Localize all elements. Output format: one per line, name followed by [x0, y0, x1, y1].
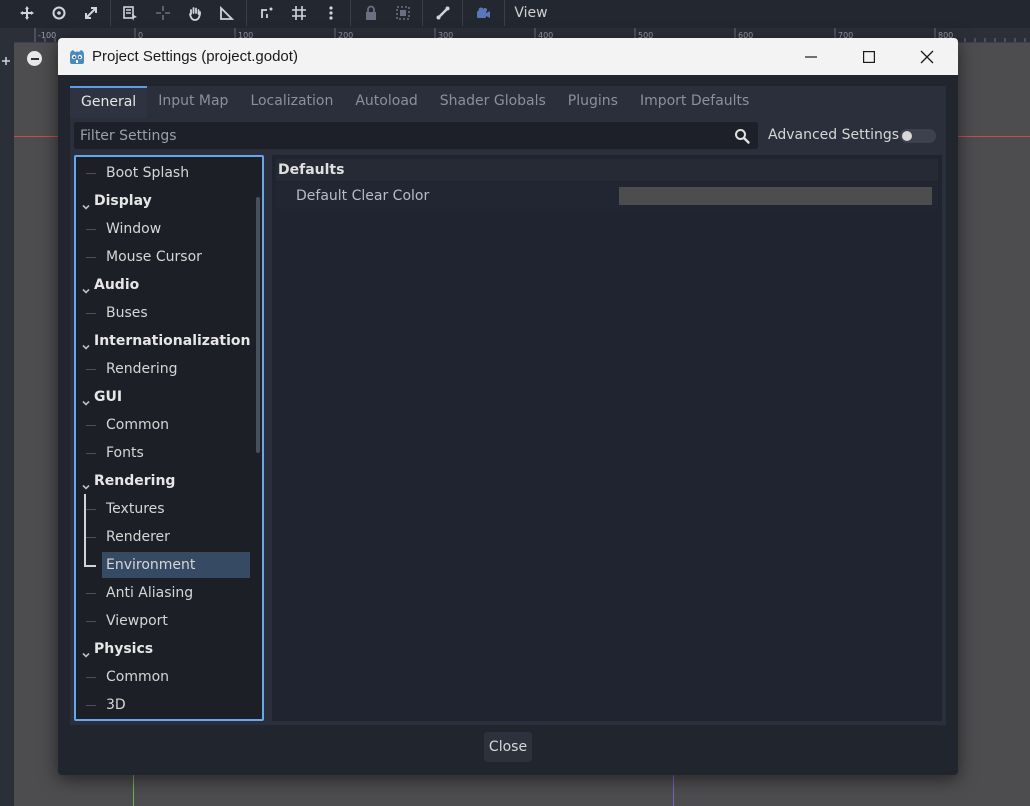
toggle-knob — [902, 131, 912, 141]
chevron-down-icon[interactable] — [81, 337, 91, 350]
tree-guide-line — [86, 369, 96, 370]
tree-item[interactable]: Common — [106, 412, 169, 438]
camera-icon[interactable] — [472, 2, 494, 24]
close-button[interactable]: Close — [484, 732, 532, 762]
close-icon — [920, 50, 934, 63]
tree-guide-line — [84, 494, 86, 567]
viewport-boundary-line — [673, 775, 674, 806]
tree-guide-line — [86, 173, 96, 174]
tab-localization[interactable]: Localization — [239, 86, 344, 116]
tree-item[interactable]: Window — [106, 216, 161, 242]
tree-scrollbar[interactable] — [256, 197, 260, 453]
tree-item[interactable]: 3D — [106, 692, 126, 718]
property-label: Default Clear Color — [296, 188, 430, 204]
settings-inspector: Defaults Default Clear Color — [272, 155, 942, 721]
x-axis-line — [958, 136, 1030, 137]
advanced-settings-toggle[interactable] — [900, 129, 936, 143]
tree-guide-line — [86, 229, 96, 230]
bone-icon[interactable] — [432, 2, 454, 24]
minimize-button[interactable] — [782, 38, 840, 75]
default-clear-color-picker[interactable] — [619, 187, 932, 205]
tree-guide-line — [86, 565, 96, 567]
ruler-icon[interactable] — [216, 2, 238, 24]
y-axis-line — [133, 775, 134, 806]
editor-toolbar: View — [0, 0, 1030, 29]
tree-item[interactable]: Common — [106, 664, 169, 690]
tab-plugins[interactable]: Plugins — [557, 86, 629, 116]
tree-guide-line — [86, 537, 96, 538]
tab-input-map[interactable]: Input Map — [147, 86, 239, 116]
grid-snap-icon[interactable] — [288, 2, 310, 24]
tree-item[interactable]: Rendering — [106, 356, 178, 382]
tree-section[interactable]: Internationalization — [94, 328, 250, 354]
tree-item[interactable]: Viewport — [106, 608, 168, 634]
tree-item[interactable]: Buses — [106, 300, 148, 326]
ruler-corner-icon — [0, 52, 12, 65]
search-icon — [734, 128, 750, 144]
tree-section[interactable]: Audio — [94, 272, 139, 298]
view-menu[interactable]: View — [504, 0, 557, 26]
tab-general[interactable]: General — [70, 86, 148, 118]
tree-guide-line — [86, 621, 96, 622]
tree-guide-line — [86, 453, 96, 454]
tree-guide-line — [86, 677, 96, 678]
x-axis-line — [14, 136, 58, 137]
chevron-down-icon[interactable] — [81, 393, 91, 406]
settings-category-tree[interactable]: Boot Splash Display Window Mouse Cursor Audi… — [74, 155, 264, 721]
tree-item[interactable]: Textures — [106, 496, 165, 522]
tab-autoload[interactable]: Autoload — [344, 86, 428, 116]
scale-icon[interactable] — [80, 2, 102, 24]
pivot-icon[interactable] — [152, 2, 174, 24]
tree-section[interactable]: Rendering — [94, 468, 175, 494]
chevron-down-icon[interactable] — [81, 477, 91, 490]
ruler-label: -100 — [38, 31, 56, 40]
filter-settings-field — [74, 122, 758, 149]
tree-guide-line — [86, 425, 96, 426]
tree-guide-line — [86, 509, 96, 510]
tree-item[interactable]: Renderer — [106, 524, 170, 550]
tab-shader-globals[interactable]: Shader Globals — [429, 86, 557, 116]
move-icon[interactable] — [16, 2, 38, 24]
more-icon[interactable] — [320, 2, 342, 24]
tree-item[interactable]: Mouse Cursor — [106, 244, 202, 270]
lock-icon[interactable] — [360, 2, 382, 24]
tree-guide-line — [86, 593, 96, 594]
tree-item[interactable]: Boot Splash — [106, 160, 189, 186]
tree-item[interactable]: Anti Aliasing — [106, 580, 193, 606]
section-header-defaults: Defaults — [276, 159, 938, 181]
close-window-button[interactable] — [898, 38, 956, 75]
tree-guide-line — [86, 313, 96, 314]
tree-item[interactable]: Fonts — [106, 440, 144, 466]
zoom-out-icon[interactable] — [27, 51, 42, 66]
vertical-ruler — [0, 42, 14, 806]
settings-tabs: General Input Map Localization Autoload … — [70, 86, 760, 118]
tree-guide-line — [86, 705, 96, 706]
dialog-title: Project Settings (project.godot) — [92, 48, 298, 65]
tree-section[interactable]: Display — [94, 188, 152, 214]
tree-section[interactable]: GUI — [94, 384, 122, 410]
tree-guide-line — [86, 257, 96, 258]
maximize-button[interactable] — [840, 38, 898, 75]
tree-section[interactable]: Physics — [94, 636, 153, 662]
chevron-down-icon[interactable] — [81, 645, 91, 658]
minimize-icon — [805, 55, 817, 58]
maximize-icon — [863, 50, 875, 63]
rotate-icon[interactable] — [48, 2, 70, 24]
dialog-titlebar[interactable]: Project Settings (project.godot) — [58, 38, 958, 75]
property-row: Default Clear Color — [276, 183, 938, 209]
group-icon[interactable] — [392, 2, 414, 24]
select-list-icon[interactable] — [119, 2, 141, 24]
smart-snap-icon[interactable] — [256, 2, 278, 24]
project-settings-dialog: Project Settings (project.godot) General… — [58, 38, 958, 775]
godot-logo-icon — [67, 47, 87, 67]
pan-icon[interactable] — [184, 2, 206, 24]
tab-import-defaults[interactable]: Import Defaults — [629, 86, 760, 116]
advanced-settings-label: Advanced Settings — [768, 127, 900, 143]
filter-settings-input[interactable] — [74, 122, 730, 149]
chevron-down-icon[interactable] — [81, 281, 91, 294]
tree-item[interactable]: Environment — [102, 552, 250, 578]
chevron-down-icon[interactable] — [81, 197, 91, 210]
